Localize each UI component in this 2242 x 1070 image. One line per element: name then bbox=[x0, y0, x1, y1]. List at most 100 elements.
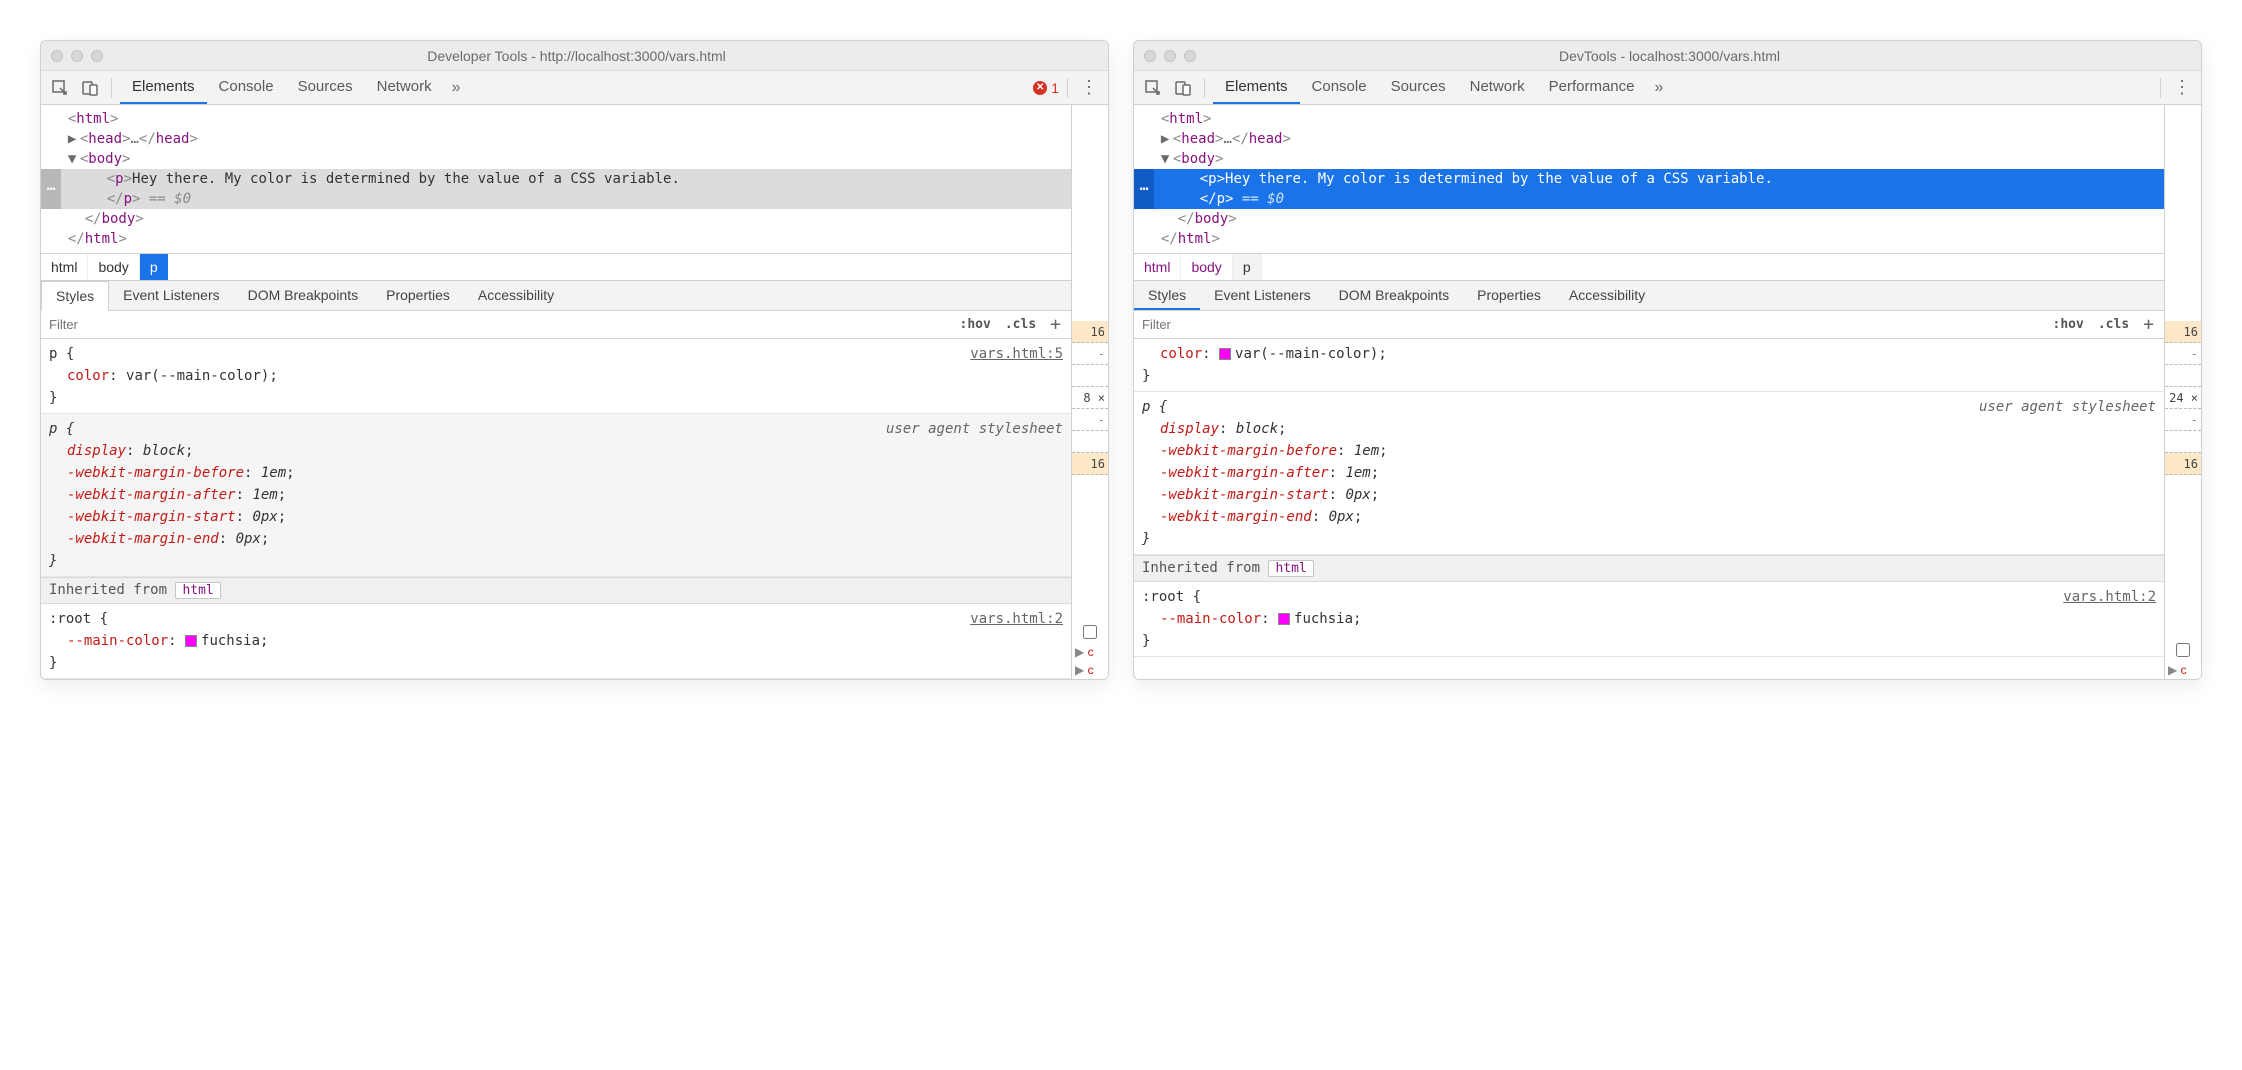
dollar-zero-hint: == $0 bbox=[1233, 191, 1284, 207]
inherited-from-tag[interactable]: html bbox=[1268, 560, 1313, 577]
style-rule-p[interactable]: color: var(--main-color); } bbox=[1134, 339, 2164, 392]
subtab-styles[interactable]: Styles bbox=[1134, 281, 1200, 310]
css-prop-margin-after[interactable]: -webkit-margin-after: 1em; bbox=[49, 484, 1063, 506]
css-prop-display[interactable]: display: block; bbox=[49, 440, 1063, 462]
hover-toggle[interactable]: :hov bbox=[2049, 317, 2088, 332]
style-rule-ua[interactable]: user agent stylesheet p { display: block… bbox=[41, 414, 1071, 577]
css-prop-margin-end[interactable]: -webkit-margin-end: 0px; bbox=[49, 528, 1063, 550]
tab-performance[interactable]: Performance bbox=[1537, 71, 1647, 104]
dom-node-body-open[interactable]: ▼<body> bbox=[41, 149, 1071, 169]
tabs-overflow-icon[interactable]: » bbox=[448, 79, 467, 97]
dom-node-body-close[interactable]: </body> bbox=[41, 209, 1071, 229]
add-style-rule-icon[interactable]: + bbox=[2139, 314, 2158, 335]
breadcrumb-p[interactable]: p bbox=[140, 254, 168, 280]
subtab-styles[interactable]: Styles bbox=[41, 281, 109, 311]
window-title: DevTools - localhost:3000/vars.html bbox=[1148, 48, 2191, 64]
breadcrumb: html body p bbox=[1134, 253, 2164, 281]
breadcrumb-body[interactable]: body bbox=[88, 254, 139, 280]
subtab-accessibility[interactable]: Accessibility bbox=[464, 281, 568, 310]
css-prop-main-color[interactable]: --main-color: fuchsia; bbox=[1142, 608, 2156, 630]
dom-tree[interactable]: <html> ▶<head>…</head> ▼<body> ⋯ <p>Hey … bbox=[41, 105, 1071, 253]
expand-arrow-icon[interactable]: ▶ c bbox=[2165, 661, 2201, 679]
rule-selector: p bbox=[49, 421, 57, 437]
dom-node-body-open[interactable]: ▼<body> bbox=[1134, 149, 2164, 169]
inspect-element-icon[interactable] bbox=[1140, 75, 1166, 101]
style-rule-root[interactable]: vars.html:2 :root { --main-color: fuchsi… bbox=[1134, 582, 2164, 657]
styles-filter-input[interactable] bbox=[1140, 315, 2043, 334]
error-icon: ✕ bbox=[1033, 81, 1047, 95]
tab-elements[interactable]: Elements bbox=[120, 71, 207, 104]
rule-source-link[interactable]: vars.html:2 bbox=[2063, 586, 2156, 608]
css-prop-margin-after[interactable]: -webkit-margin-after: 1em; bbox=[1142, 462, 2156, 484]
tab-network[interactable]: Network bbox=[1458, 71, 1537, 104]
css-prop-margin-start[interactable]: -webkit-margin-start: 0px; bbox=[49, 506, 1063, 528]
devtools-toolbar: Elements Console Sources Network » ✕ 1 ⋮ bbox=[41, 71, 1108, 105]
breadcrumb-p[interactable]: p bbox=[1233, 254, 1262, 280]
subtab-dom-breakpoints[interactable]: DOM Breakpoints bbox=[1325, 281, 1463, 310]
css-prop-margin-start[interactable]: -webkit-margin-start: 0px; bbox=[1142, 484, 2156, 506]
dom-node-html-open[interactable]: <html> bbox=[41, 109, 1071, 129]
dom-node-html-open[interactable]: <html> bbox=[1134, 109, 2164, 129]
dom-tree[interactable]: <html> ▶<head>…</head> ▼<body> ⋯ <p>Hey … bbox=[1134, 105, 2164, 253]
gutter-empty bbox=[1072, 365, 1108, 387]
rule-selector[interactable]: p bbox=[49, 346, 57, 362]
css-prop-margin-before[interactable]: -webkit-margin-before: 1em; bbox=[49, 462, 1063, 484]
tab-elements[interactable]: Elements bbox=[1213, 71, 1300, 104]
dom-node-head[interactable]: ▶<head>…</head> bbox=[41, 129, 1071, 149]
rule-source-link[interactable]: vars.html:5 bbox=[970, 343, 1063, 365]
dom-node-head[interactable]: ▶<head>…</head> bbox=[1134, 129, 2164, 149]
settings-menu-icon[interactable]: ⋮ bbox=[2169, 77, 2195, 98]
subtab-accessibility[interactable]: Accessibility bbox=[1555, 281, 1659, 310]
css-prop-color[interactable]: color: var(--main-color); bbox=[1142, 343, 2156, 365]
dom-node-p-selected[interactable]: ⋯ <p>Hey there. My color is determined b… bbox=[1134, 169, 2164, 209]
color-swatch-icon[interactable] bbox=[185, 635, 197, 647]
hover-toggle[interactable]: :hov bbox=[956, 317, 995, 332]
rule-enable-checkbox[interactable] bbox=[1072, 621, 1108, 643]
dom-node-body-close[interactable]: </body> bbox=[1134, 209, 2164, 229]
subtab-event-listeners[interactable]: Event Listeners bbox=[109, 281, 234, 310]
color-swatch-icon[interactable] bbox=[1219, 348, 1231, 360]
css-prop-display[interactable]: display: block; bbox=[1142, 418, 2156, 440]
css-prop-margin-end[interactable]: -webkit-margin-end: 0px; bbox=[1142, 506, 2156, 528]
settings-menu-icon[interactable]: ⋮ bbox=[1076, 77, 1102, 98]
subtab-properties[interactable]: Properties bbox=[372, 281, 464, 310]
inspect-element-icon[interactable] bbox=[47, 75, 73, 101]
style-rule-ua[interactable]: user agent stylesheet p { display: block… bbox=[1134, 392, 2164, 555]
tab-sources[interactable]: Sources bbox=[1379, 71, 1458, 104]
breadcrumb-body[interactable]: body bbox=[1181, 254, 1232, 280]
dom-node-html-close[interactable]: </html> bbox=[41, 229, 1071, 249]
expand-arrow-icon[interactable]: ▶ c bbox=[1072, 643, 1108, 661]
subtab-event-listeners[interactable]: Event Listeners bbox=[1200, 281, 1325, 310]
style-rule-p[interactable]: vars.html:5 p { color: var(--main-color)… bbox=[41, 339, 1071, 414]
breadcrumb-html[interactable]: html bbox=[1134, 254, 1181, 280]
color-swatch-icon[interactable] bbox=[1278, 613, 1290, 625]
rule-selector[interactable]: :root bbox=[1142, 589, 1184, 605]
dom-node-p-selected[interactable]: ⋯ <p>Hey there. My color is determined b… bbox=[41, 169, 1071, 209]
css-prop-margin-before[interactable]: -webkit-margin-before: 1em; bbox=[1142, 440, 2156, 462]
subtab-dom-breakpoints[interactable]: DOM Breakpoints bbox=[234, 281, 372, 310]
tabs-overflow-icon[interactable]: » bbox=[1651, 79, 1670, 97]
css-prop-main-color[interactable]: --main-color: fuchsia; bbox=[49, 630, 1063, 652]
add-style-rule-icon[interactable]: + bbox=[1046, 314, 1065, 335]
toggle-device-toolbar-icon[interactable] bbox=[1170, 75, 1196, 101]
style-rule-root[interactable]: vars.html:2 :root { --main-color: fuchsi… bbox=[41, 604, 1071, 679]
cls-toggle[interactable]: .cls bbox=[2094, 317, 2133, 332]
toolbar-separator bbox=[1067, 78, 1068, 98]
breadcrumb-html[interactable]: html bbox=[41, 254, 88, 280]
toggle-device-toolbar-icon[interactable] bbox=[77, 75, 103, 101]
tab-console[interactable]: Console bbox=[1300, 71, 1379, 104]
rule-source-link[interactable]: vars.html:2 bbox=[970, 608, 1063, 630]
css-prop-color[interactable]: color: var(--main-color); bbox=[49, 365, 1063, 387]
subtab-properties[interactable]: Properties bbox=[1463, 281, 1555, 310]
tab-network[interactable]: Network bbox=[365, 71, 444, 104]
rule-enable-checkbox[interactable] bbox=[2165, 639, 2201, 661]
inherited-from-tag[interactable]: html bbox=[175, 582, 220, 599]
expand-arrow-icon[interactable]: ▶ c bbox=[1072, 661, 1108, 679]
rule-selector[interactable]: :root bbox=[49, 611, 91, 627]
styles-filter-input[interactable] bbox=[47, 315, 950, 334]
error-count-badge[interactable]: ✕ 1 bbox=[1033, 80, 1059, 96]
dom-node-html-close[interactable]: </html> bbox=[1134, 229, 2164, 249]
cls-toggle[interactable]: .cls bbox=[1001, 317, 1040, 332]
tab-sources[interactable]: Sources bbox=[286, 71, 365, 104]
tab-console[interactable]: Console bbox=[207, 71, 286, 104]
